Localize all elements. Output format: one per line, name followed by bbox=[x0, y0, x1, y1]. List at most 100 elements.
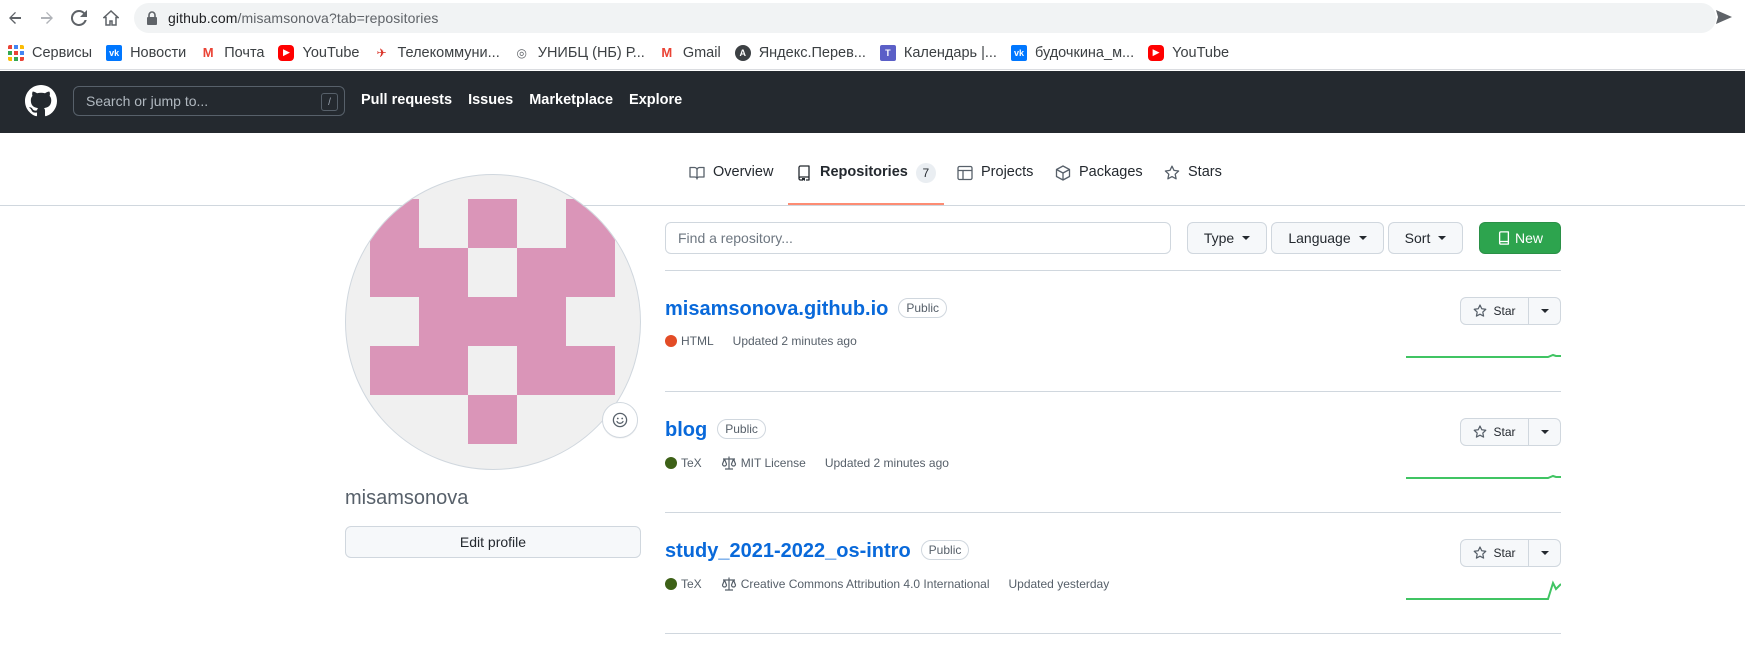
star-button[interactable]: Star bbox=[1460, 418, 1529, 446]
bookmark-item[interactable]: T Календарь |... bbox=[879, 44, 997, 61]
youtube-icon: ▶ bbox=[1148, 44, 1165, 61]
star-list-dropdown[interactable] bbox=[1529, 297, 1561, 325]
teams-icon: T bbox=[879, 44, 896, 61]
caret-down-icon bbox=[1540, 551, 1549, 555]
repo-updated: Updated 2 minutes ago bbox=[825, 456, 949, 470]
repo-language: HTML bbox=[665, 334, 714, 348]
star-label: Star bbox=[1493, 546, 1516, 560]
updated-label: Updated 2 minutes ago bbox=[732, 334, 857, 348]
repo-language: TeX bbox=[665, 577, 702, 591]
star-button-group: Star bbox=[1460, 418, 1561, 446]
url-path: /misamsonova?tab=repositories bbox=[237, 10, 439, 26]
gmail-icon: M bbox=[200, 44, 217, 61]
bookmark-item[interactable]: ▶ YouTube bbox=[1148, 44, 1230, 61]
table-icon bbox=[957, 165, 973, 181]
activity-sparkline bbox=[1406, 474, 1561, 479]
bookmark-site-icon: ◎ bbox=[513, 44, 530, 61]
avatar-pixel bbox=[370, 346, 468, 395]
repo-name-link[interactable]: blog bbox=[665, 419, 707, 441]
book-icon bbox=[689, 166, 705, 180]
bookmark-item[interactable]: vk будочкина_м... bbox=[1010, 44, 1134, 61]
youtube-icon: ▶ bbox=[278, 44, 295, 61]
bookmark-item[interactable]: Сервисы bbox=[8, 44, 92, 61]
bookmark-item[interactable]: A Яндекс.Перев... bbox=[734, 44, 866, 61]
repo-updated: Updated yesterday bbox=[1008, 577, 1109, 591]
bookmark-label: YouTube bbox=[1172, 44, 1230, 61]
nav-explore[interactable]: Explore bbox=[629, 92, 682, 108]
bookmark-item[interactable]: ▶ YouTube bbox=[278, 44, 359, 61]
bookmark-item[interactable]: vk Новости bbox=[106, 44, 186, 61]
url-text: github.com/misamsonova?tab=repositories bbox=[168, 10, 438, 26]
find-placeholder: Find a repository... bbox=[678, 230, 793, 246]
repo-name-link[interactable]: misamsonova.github.io bbox=[665, 298, 888, 320]
set-status-button[interactable] bbox=[602, 402, 638, 438]
url-host: github.com bbox=[168, 10, 238, 26]
package-icon bbox=[1055, 165, 1071, 181]
tab-projects[interactable]: Projects bbox=[957, 164, 1033, 206]
repo-meta: HTML Updated 2 minutes ago bbox=[665, 334, 876, 348]
avatar-pixel bbox=[468, 199, 517, 248]
language-label: HTML bbox=[681, 334, 714, 348]
caret-down-icon bbox=[1540, 430, 1549, 434]
edit-profile-button[interactable]: Edit profile bbox=[345, 526, 641, 558]
tab-packages[interactable]: Packages bbox=[1055, 164, 1143, 206]
repo-list-item: study_2021-2022_os-intro Public TeX Creat… bbox=[665, 513, 1561, 634]
tab-label: Packages bbox=[1079, 164, 1143, 180]
language-label: TeX bbox=[681, 577, 702, 591]
type-filter-button[interactable]: Type bbox=[1187, 222, 1267, 254]
bookmark-label: Телекоммуни... bbox=[397, 44, 500, 61]
global-search-input[interactable]: Search or jump to... / bbox=[73, 86, 345, 116]
send-tab-icon[interactable] bbox=[1715, 9, 1733, 25]
new-repository-button[interactable]: New bbox=[1479, 222, 1561, 254]
repo-name-link[interactable]: study_2021-2022_os-intro bbox=[665, 540, 911, 562]
activity-sparkline bbox=[1406, 353, 1561, 358]
license-label: Creative Commons Attribution 4.0 Interna… bbox=[740, 577, 990, 591]
star-button-group: Star bbox=[1460, 297, 1561, 325]
language-filter-button[interactable]: Language bbox=[1271, 222, 1384, 254]
tab-repositories[interactable]: Repositories 7 bbox=[788, 163, 944, 205]
reload-icon[interactable] bbox=[67, 6, 91, 30]
bookmark-item[interactable]: ◎ УНИБЦ (НБ) Р... bbox=[513, 44, 645, 61]
nav-marketplace[interactable]: Marketplace bbox=[529, 92, 613, 108]
star-list-dropdown[interactable] bbox=[1529, 418, 1561, 446]
smiley-icon bbox=[612, 412, 628, 428]
vk-icon: vk bbox=[106, 44, 123, 61]
address-bar[interactable]: github.com/misamsonova?tab=repositories bbox=[134, 3, 1716, 33]
avatar-pixel bbox=[517, 248, 615, 297]
apps-grid-icon bbox=[8, 44, 24, 61]
caret-down-icon bbox=[1242, 236, 1251, 240]
bookmark-item[interactable]: ✈ Телекоммуни... bbox=[373, 44, 500, 61]
bookmark-item[interactable]: M Почта bbox=[200, 44, 264, 61]
forward-icon[interactable] bbox=[35, 6, 59, 30]
tab-stars[interactable]: Stars bbox=[1164, 164, 1222, 206]
type-filter-label: Type bbox=[1203, 230, 1235, 246]
find-repository-input[interactable]: Find a repository... bbox=[665, 222, 1171, 254]
language-filter-label: Language bbox=[1288, 230, 1351, 246]
language-color-dot bbox=[665, 335, 677, 347]
language-color-dot bbox=[665, 578, 677, 590]
activity-sparkline bbox=[1406, 580, 1561, 600]
profile-tabs: Overview Repositories 7 Projects Package… bbox=[0, 133, 1745, 206]
repo-list-item: misamsonova.github.io Public HTML Updated… bbox=[665, 271, 1561, 392]
updated-label: Updated yesterday bbox=[1008, 577, 1110, 591]
repo-icon bbox=[798, 165, 810, 181]
vk-icon: vk bbox=[1010, 44, 1027, 61]
avatar bbox=[345, 174, 641, 470]
back-icon[interactable] bbox=[3, 6, 27, 30]
nav-pull-requests[interactable]: Pull requests bbox=[361, 92, 452, 108]
star-list-dropdown[interactable] bbox=[1529, 539, 1561, 567]
home-icon[interactable] bbox=[99, 6, 123, 30]
law-icon bbox=[721, 577, 736, 591]
star-icon bbox=[1474, 546, 1487, 559]
repo-meta: TeX MIT License Updated 2 minutes ago bbox=[665, 455, 968, 471]
divider bbox=[665, 633, 1561, 634]
tab-overview[interactable]: Overview bbox=[689, 164, 773, 206]
nav-issues[interactable]: Issues bbox=[468, 92, 513, 108]
repo-license: MIT License bbox=[721, 455, 806, 471]
star-button[interactable]: Star bbox=[1460, 539, 1529, 567]
star-button[interactable]: Star bbox=[1460, 297, 1529, 325]
bookmarks-bar: Сервисы vk Новости M Почта ▶ YouTube ✈ Т… bbox=[0, 36, 1745, 70]
bookmark-item[interactable]: M Gmail bbox=[658, 44, 721, 61]
sort-button[interactable]: Sort bbox=[1388, 222, 1463, 254]
github-logo-icon[interactable] bbox=[25, 85, 57, 117]
